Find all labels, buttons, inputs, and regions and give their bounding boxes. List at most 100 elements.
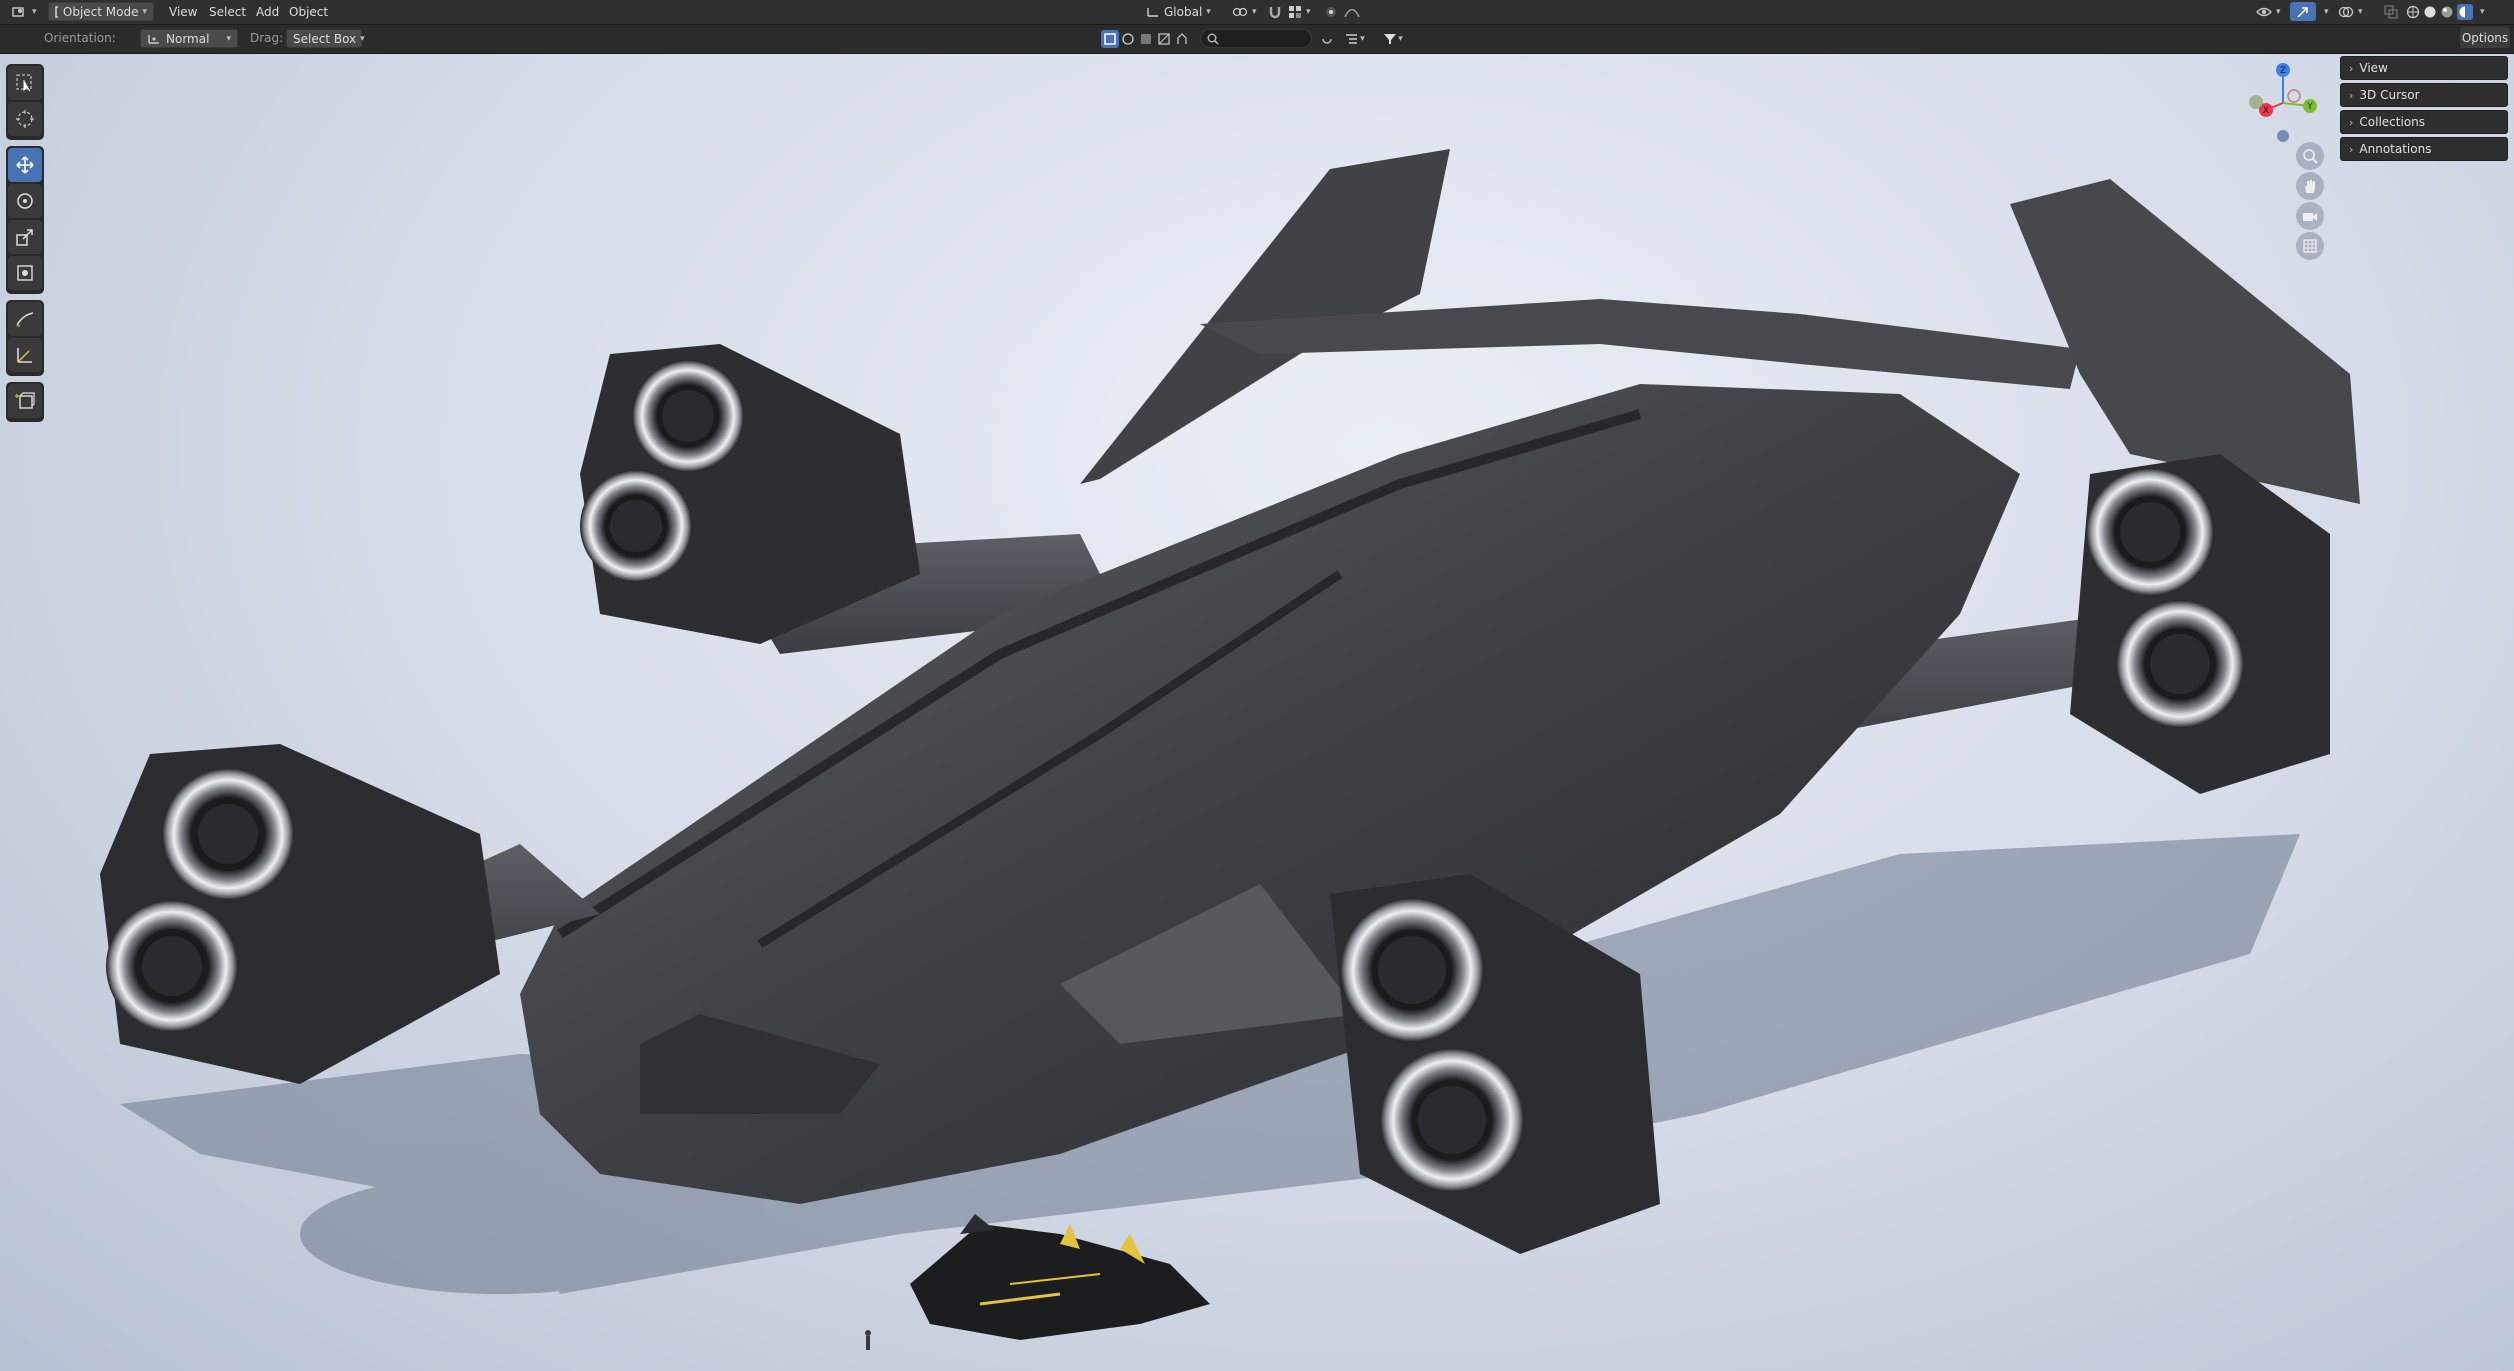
- material-shading-icon[interactable]: [2440, 5, 2454, 19]
- menu-view[interactable]: View: [164, 2, 202, 21]
- camera-view-button[interactable]: [2296, 202, 2324, 230]
- rotate-icon: [17, 193, 33, 209]
- 3d-viewport[interactable]: Z Y X › View › 3D Cursor › Collections › Ann…: [0, 54, 2514, 1371]
- display-filter-dropdown[interactable]: ▾: [1340, 30, 1370, 48]
- move-tool[interactable]: [8, 148, 42, 182]
- search-input[interactable]: [1200, 29, 1312, 48]
- xray-icon: [2384, 4, 2398, 19]
- object-filter-dropdown[interactable]: ▾: [1378, 30, 1408, 48]
- pan-view-button[interactable]: [2296, 172, 2324, 200]
- visibility-dropdown[interactable]: ▾: [2250, 2, 2287, 21]
- add-cube-tool[interactable]: [8, 384, 42, 418]
- editor-type-icon: [12, 6, 24, 17]
- sidebar-item-label: Collections: [2359, 115, 2426, 129]
- perspective-toggle-button[interactable]: [2296, 232, 2324, 260]
- select-invert-icon: [1158, 33, 1170, 45]
- toolbar-select-group: [6, 64, 44, 140]
- select-extend-icon: [1122, 33, 1134, 45]
- transform-tool[interactable]: [8, 256, 42, 290]
- wireframe-shading-icon[interactable]: [2406, 5, 2420, 19]
- toolbar: [6, 64, 44, 428]
- falloff-dropdown[interactable]: [1338, 2, 1366, 21]
- scene-render: [100, 149, 2360, 1350]
- chevron-right-icon: ›: [2349, 115, 2354, 129]
- orientation-normal-icon: [148, 34, 159, 44]
- menu-add[interactable]: Add: [251, 2, 284, 21]
- select-mode-subtract[interactable]: [1137, 30, 1155, 48]
- navigation-gizmo[interactable]: Z Y X: [2238, 58, 2328, 148]
- sidebar-item-view[interactable]: › View: [2340, 56, 2508, 80]
- cursor-icon: [16, 110, 34, 128]
- tool-settings-header: Orientation: Normal ▾ Drag: Select Box ▾…: [0, 25, 2514, 54]
- search-icon: [1207, 33, 1219, 45]
- solid-shading-icon[interactable]: [2423, 5, 2437, 19]
- select-mode-extend[interactable]: [1119, 30, 1137, 48]
- add-cube-icon: [15, 392, 35, 409]
- transform-orientation-label: Global: [1164, 4, 1203, 19]
- select-box-icon: [16, 74, 32, 92]
- gizmo-neg-x-axis[interactable]: [2287, 89, 2301, 103]
- toolbar-annotate-group: [6, 300, 44, 376]
- mode-dropdown[interactable]: Object Mode ▾: [48, 2, 154, 21]
- editor-type-button[interactable]: ▾: [6, 2, 43, 21]
- pivot-point-dropdown[interactable]: ▾: [1226, 2, 1263, 21]
- select-mode-invert[interactable]: [1155, 30, 1173, 48]
- drag-label: Drag:: [250, 31, 284, 45]
- sidebar-item-collections[interactable]: › Collections: [2340, 110, 2508, 134]
- options-button[interactable]: Options: [2460, 27, 2510, 48]
- orientation-label: Orientation:: [44, 31, 116, 45]
- annotate-icon: [16, 312, 34, 327]
- sidebar-item-annotations[interactable]: › Annotations: [2340, 137, 2508, 161]
- link-icon: [1322, 38, 1332, 44]
- gizmo-neg-y-axis[interactable]: [2249, 95, 2263, 109]
- sidebar-item-label: View: [2359, 61, 2388, 75]
- chevron-right-icon: ›: [2349, 142, 2354, 156]
- measure-tool[interactable]: [8, 338, 42, 372]
- hand-icon: [2305, 180, 2315, 193]
- menu-select[interactable]: Select: [204, 2, 251, 21]
- orientation-icon: [1147, 7, 1158, 17]
- filter-link-toggle[interactable]: [1318, 30, 1336, 48]
- select-intersect-icon: [1177, 33, 1187, 44]
- move-icon: [16, 156, 34, 174]
- shading-mode-group: ▾: [2400, 2, 2491, 21]
- sidebar-item-3d-cursor[interactable]: › 3D Cursor: [2340, 83, 2508, 107]
- rotate-tool[interactable]: [8, 184, 42, 218]
- zoom-view-button[interactable]: [2296, 142, 2324, 170]
- snap-target-dropdown[interactable]: ▾: [1282, 2, 1317, 21]
- select-mode-intersect[interactable]: [1173, 30, 1191, 48]
- engine-pod-rear-right: [2070, 454, 2330, 794]
- mode-label: Object Mode: [62, 4, 139, 19]
- annotate-tool[interactable]: [8, 302, 42, 336]
- gizmo-arrow-icon: [2297, 6, 2308, 18]
- sidebar-item-label: 3D Cursor: [2359, 88, 2420, 102]
- sidebar-item-label: Annotations: [2359, 142, 2432, 156]
- orientation-value: Normal: [166, 31, 210, 46]
- zoom-icon: [2303, 149, 2318, 164]
- chevron-right-icon: ›: [2349, 88, 2354, 102]
- drag-dropdown[interactable]: Select Box ▾: [286, 29, 365, 48]
- select-box-tool[interactable]: [8, 66, 42, 100]
- overlays-icon: [2338, 6, 2354, 17]
- menu-object[interactable]: Object: [284, 2, 333, 21]
- list-filter-icon: [1346, 34, 1358, 44]
- scale-icon: [16, 229, 33, 246]
- cursor-tool[interactable]: [8, 102, 42, 136]
- select-mode-set[interactable]: [1101, 30, 1119, 48]
- gizmo-y-label: Y: [2306, 102, 2313, 112]
- pivot-icon: [1232, 7, 1248, 16]
- transform-icon: [17, 265, 33, 281]
- camera-icon: [2303, 213, 2317, 221]
- rendered-shading-icon: [2459, 6, 2471, 17]
- rendered-shading-button[interactable]: [2457, 3, 2473, 20]
- gizmo-neg-z-axis[interactable]: [2277, 130, 2289, 142]
- transform-orientation-dropdown[interactable]: Global ▾: [1140, 2, 1217, 21]
- orientation-dropdown[interactable]: Normal ▾: [140, 29, 238, 48]
- overlays-toggle[interactable]: ▾: [2332, 2, 2369, 21]
- gizmo-toggle[interactable]: [2290, 2, 2316, 21]
- gizmo-x-label: X: [2263, 106, 2269, 116]
- scale-tool[interactable]: [8, 220, 42, 254]
- measure-icon: [17, 348, 32, 363]
- snap-grid-icon: [1289, 5, 1301, 18]
- engine-pod-front-right: [1330, 874, 1660, 1254]
